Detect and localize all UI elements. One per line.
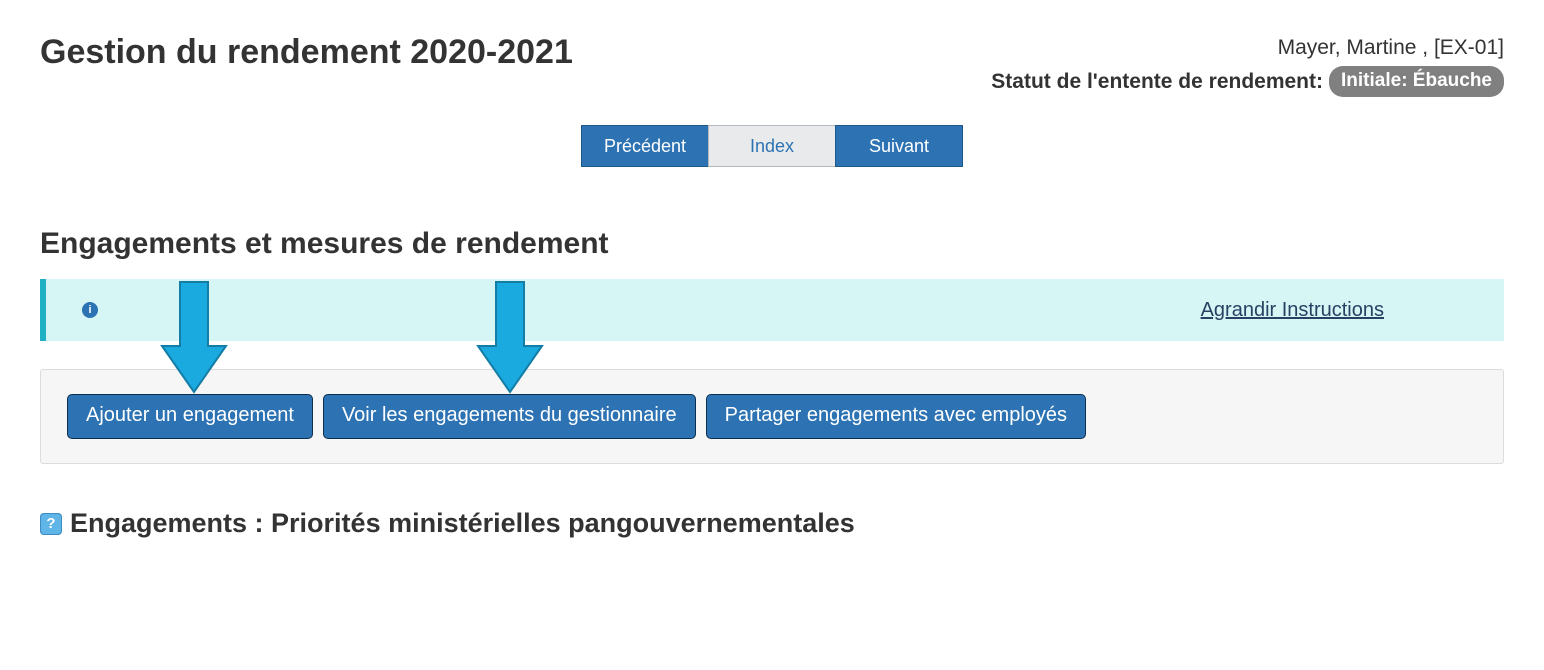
info-icon: i xyxy=(82,302,98,318)
status-line: Statut de l'entente de rendement: Initia… xyxy=(991,66,1504,98)
index-button[interactable]: Index xyxy=(708,125,836,167)
next-button[interactable]: Suivant xyxy=(835,125,963,167)
header-user-status: Mayer, Martine , [EX-01] Statut de l'ent… xyxy=(991,32,1504,97)
share-with-employees-button[interactable]: Partager engagements avec employés xyxy=(706,394,1086,439)
subsection-row: ? Engagements : Priorités ministérielles… xyxy=(40,508,1504,539)
prev-button[interactable]: Précédent xyxy=(581,125,709,167)
page-header: Gestion du rendement 2020-2021 Mayer, Ma… xyxy=(40,32,1504,97)
add-commitment-button[interactable]: Ajouter un engagement xyxy=(67,394,313,439)
subsection-heading: Engagements : Priorités ministérielles p… xyxy=(70,508,855,539)
user-display: Mayer, Martine , [EX-01] xyxy=(991,32,1504,64)
expand-instructions-link[interactable]: Agrandir Instructions xyxy=(1201,299,1384,322)
status-label: Statut de l'entente de rendement: xyxy=(991,66,1323,98)
section-heading: Engagements et mesures de rendement xyxy=(40,227,1504,261)
page-title: Gestion du rendement 2020-2021 xyxy=(40,32,573,73)
view-manager-commitments-button[interactable]: Voir les engagements du gestionnaire xyxy=(323,394,696,439)
instructions-banner: i Agrandir Instructions xyxy=(40,279,1504,341)
status-badge: Initiale: Ébauche xyxy=(1329,66,1504,98)
action-bar: Ajouter un engagement Voir les engagemen… xyxy=(40,369,1504,464)
help-icon[interactable]: ? xyxy=(40,513,62,535)
pager-nav: Précédent Index Suivant xyxy=(40,125,1504,167)
